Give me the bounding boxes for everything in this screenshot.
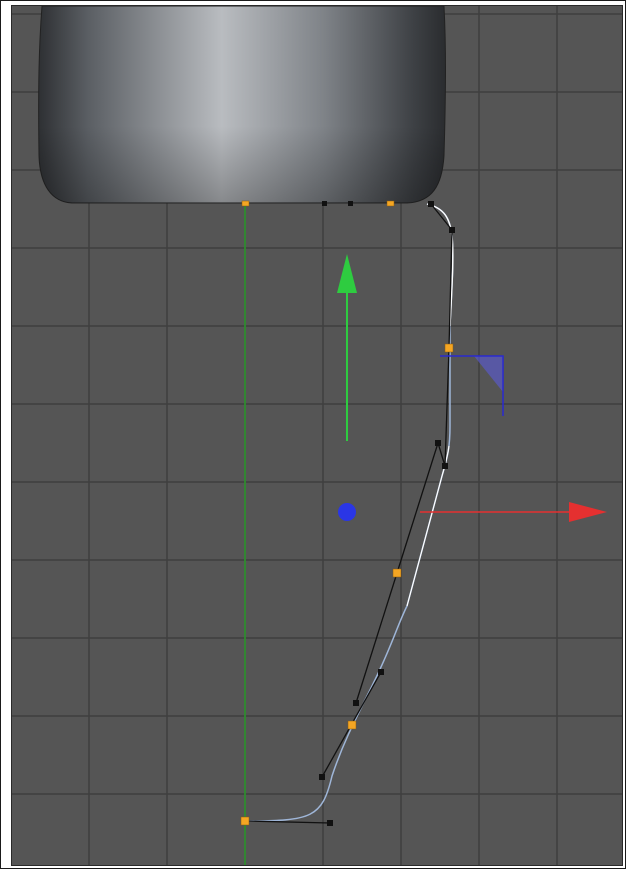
- move-y-arrow-icon[interactable]: [337, 254, 357, 441]
- move-z-dot-icon[interactable]: [338, 503, 356, 521]
- move-x-arrow-icon[interactable]: [420, 502, 607, 522]
- bottle-mesh[interactable]: [38, 6, 446, 204]
- viewport-frame: [0, 0, 626, 869]
- viewport-canvas[interactable]: [12, 6, 623, 866]
- 3d-viewport[interactable]: [11, 5, 623, 866]
